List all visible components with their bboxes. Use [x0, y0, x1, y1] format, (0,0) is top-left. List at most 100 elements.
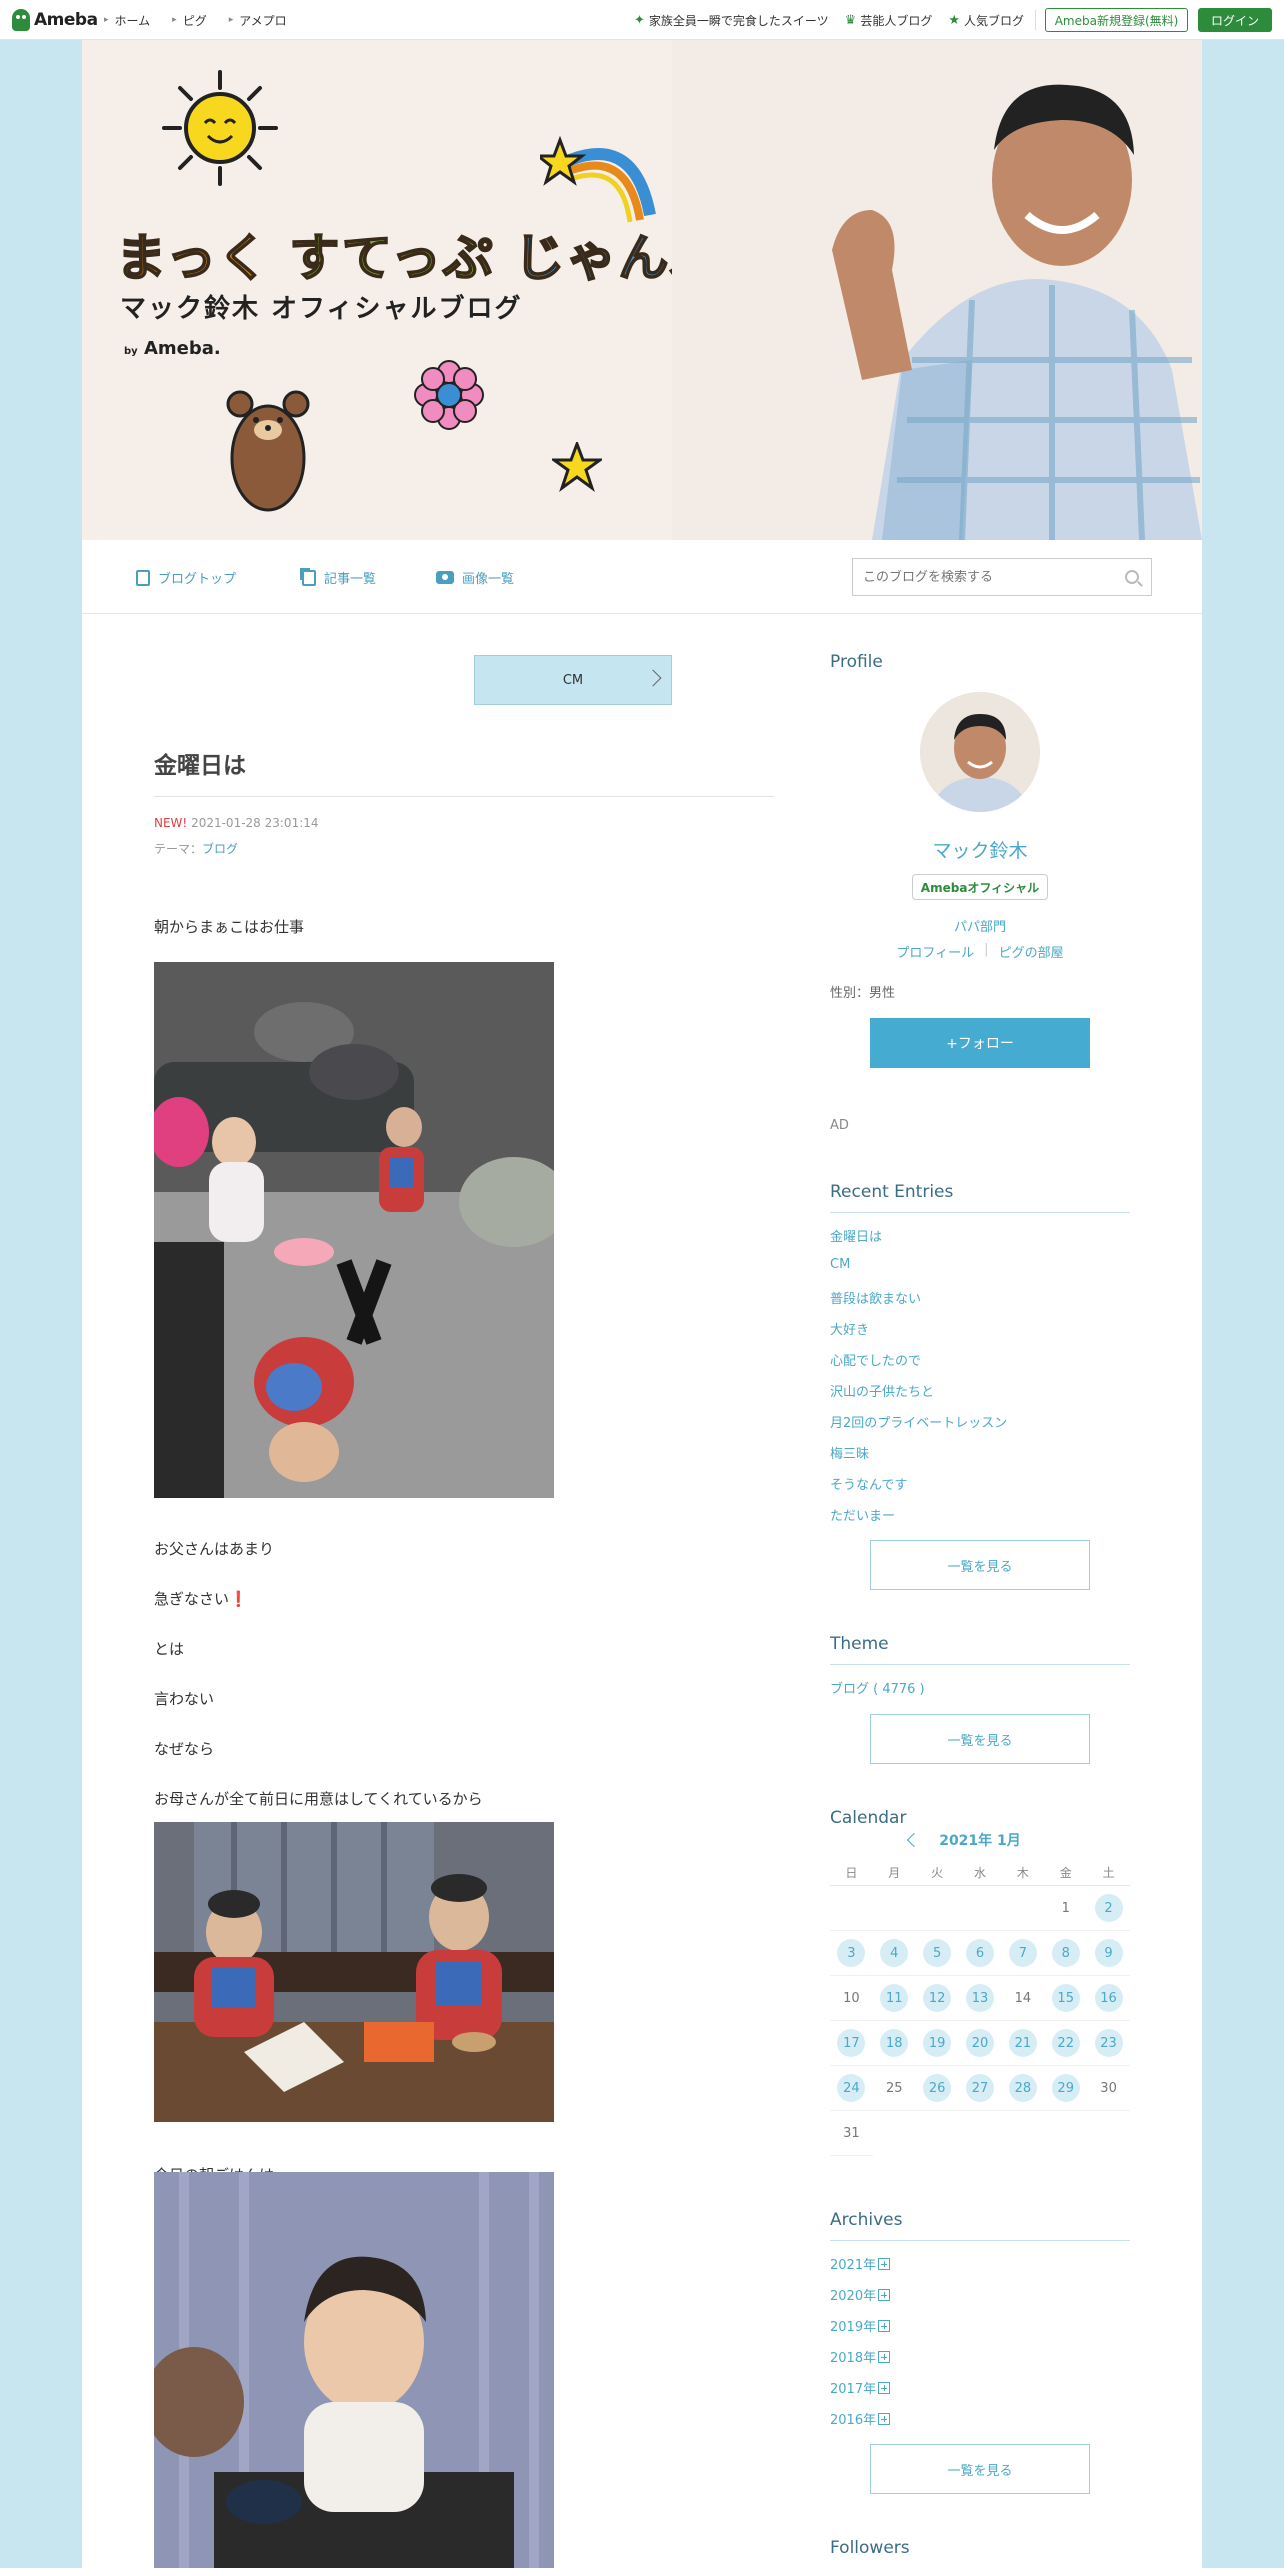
- bear-illustration: [226, 390, 310, 512]
- calendar-day[interactable]: 2: [1087, 1886, 1130, 1931]
- recent-entry-link[interactable]: 月2回のプライベートレッスン: [830, 1412, 1007, 1431]
- calendar-day[interactable]: 7: [1001, 1931, 1045, 1976]
- calendar-day[interactable]: 26: [915, 2066, 959, 2111]
- article-meta: NEW! 2021-01-28 23:01:14: [154, 816, 319, 830]
- profile-name[interactable]: マック鈴木: [830, 836, 1130, 863]
- calendar-day[interactable]: 4: [872, 1931, 916, 1976]
- blog-nav-images[interactable]: 画像一覧: [436, 568, 514, 587]
- calendar-day[interactable]: 29: [1044, 2066, 1088, 2111]
- register-button[interactable]: Ameba新規登録(無料): [1045, 8, 1188, 32]
- calendar-day[interactable]: 23: [1087, 2021, 1130, 2066]
- calendar-day[interactable]: 27: [958, 2066, 1002, 2111]
- calendar-empty-cell: [958, 1886, 1002, 1931]
- calendar-day[interactable]: 22: [1044, 2021, 1088, 2066]
- article-photo-3[interactable]: [154, 2172, 554, 2568]
- expand-icon[interactable]: [878, 2257, 891, 2270]
- recent-entry-link[interactable]: 沢山の子供たちと: [830, 1381, 934, 1400]
- by-ameba-logo: by Ameba.: [124, 338, 221, 359]
- ad-label: AD: [830, 1118, 849, 1133]
- calendar-day[interactable]: 16: [1087, 1976, 1130, 2021]
- archive-year-link[interactable]: 2021年: [830, 2254, 891, 2273]
- archives-more-button[interactable]: 一覧を見る: [870, 2444, 1090, 2494]
- recent-entry-link[interactable]: そうなんです: [830, 1474, 907, 1493]
- blog-nav-top[interactable]: ブログトップ: [136, 568, 236, 587]
- ameba-logo-text: Ameba: [34, 10, 98, 30]
- calendar-day[interactable]: 15: [1044, 1976, 1088, 2021]
- recent-entry-link[interactable]: ただいまー: [830, 1505, 895, 1524]
- global-header: Ameba ▸ ホーム ▸ ピグ ▸ アメプロ ✦ 家族全員一瞬で完食したスイーツ ♛ 芸…: [0, 0, 1284, 40]
- article-photo-2[interactable]: [154, 1822, 554, 2122]
- calendar-day[interactable]: 20: [958, 2021, 1002, 2066]
- calendar-empty-cell: [1001, 1886, 1045, 1931]
- calendar-day[interactable]: 11: [872, 1976, 916, 2021]
- recent-entry-link[interactable]: CM: [830, 1257, 850, 1272]
- recent-entry-link[interactable]: 梅三昧: [830, 1443, 869, 1462]
- calendar-day[interactable]: 3: [830, 1931, 873, 1976]
- calendar-day[interactable]: 24: [830, 2066, 873, 2111]
- archive-year-link[interactable]: 2020年: [830, 2285, 891, 2304]
- global-nav-home[interactable]: ▸ ホーム: [104, 12, 150, 29]
- theme-link[interactable]: ブログ ( 4776 ): [830, 1678, 925, 1697]
- calendar-day[interactable]: 9: [1087, 1931, 1130, 1976]
- followers-heading: Followers: [830, 2538, 910, 2558]
- expand-icon[interactable]: [878, 2288, 891, 2301]
- search-icon[interactable]: [1125, 570, 1139, 584]
- copy-icon: [302, 569, 316, 586]
- calendar-day[interactable]: 17: [830, 2021, 873, 2066]
- profile-gender: 性別：男性: [830, 986, 896, 1001]
- blog-search[interactable]: [852, 558, 1152, 596]
- trending-link-popular[interactable]: ★ 人気ブログ: [948, 12, 1024, 29]
- trending-nav: ✦ 家族全員一瞬で完食したスイーツ ♛ 芸能人ブログ ★ 人気ブログ: [634, 0, 1024, 40]
- calendar-weekday: 土: [1087, 1860, 1130, 1886]
- calendar-day[interactable]: 13: [958, 1976, 1002, 2021]
- article-theme-link[interactable]: ブログ: [202, 842, 238, 856]
- calendar-day[interactable]: 28: [1001, 2066, 1045, 2111]
- recent-entry-link[interactable]: 普段は飲まない: [830, 1288, 921, 1307]
- calendar-day[interactable]: 8: [1044, 1931, 1088, 1976]
- official-badge[interactable]: Amebaオフィシャル: [912, 874, 1048, 900]
- calendar-day[interactable]: 19: [915, 2021, 959, 2066]
- login-button[interactable]: ログイン: [1198, 8, 1272, 32]
- calendar-day[interactable]: 12: [915, 1976, 959, 2021]
- expand-icon[interactable]: [878, 2319, 891, 2332]
- recent-entry-link[interactable]: 金曜日は: [830, 1226, 882, 1245]
- theme-more-button[interactable]: 一覧を見る: [870, 1714, 1090, 1764]
- archive-year-link[interactable]: 2016年: [830, 2409, 891, 2428]
- calendar-day[interactable]: 5: [915, 1931, 959, 1976]
- follow-button[interactable]: +フォロー: [870, 1018, 1090, 1068]
- recent-entries-more-button[interactable]: 一覧を見る: [870, 1540, 1090, 1590]
- recent-entry-link[interactable]: 心配でしたので: [830, 1350, 921, 1369]
- article-text: 急ぎなさい❗: [154, 1590, 248, 1608]
- global-nav-pigg[interactable]: ▸ ピグ: [172, 12, 207, 29]
- previous-entry-link[interactable]: CM: [474, 655, 672, 705]
- chevron-right-icon: ▸: [172, 15, 177, 25]
- exclamation-icon: ❗: [229, 1590, 248, 1608]
- article-title[interactable]: 金曜日は: [154, 746, 246, 780]
- archives-heading: Archives: [830, 2210, 903, 2230]
- archive-year-link[interactable]: 2017年: [830, 2378, 891, 2397]
- global-nav-amepro[interactable]: ▸ アメプロ: [229, 12, 287, 29]
- trending-link-sweets[interactable]: ✦ 家族全員一瞬で完食したスイーツ: [634, 12, 829, 29]
- divider: [830, 1664, 1130, 1665]
- expand-icon[interactable]: [878, 2381, 891, 2394]
- avatar[interactable]: [920, 692, 1040, 812]
- pigg-room-link[interactable]: ピグの部屋: [999, 942, 1064, 961]
- expand-icon[interactable]: [878, 2350, 891, 2363]
- profile-link[interactable]: プロフィール: [896, 942, 974, 961]
- new-badge: NEW!: [154, 816, 188, 830]
- calendar-day[interactable]: 6: [958, 1931, 1002, 1976]
- blog-header-banner[interactable]: まっく すてっぷ じゃんぷ マック鈴木 オフィシャルブログ by Ameba.: [82, 40, 1202, 540]
- calendar-day[interactable]: 18: [872, 2021, 916, 2066]
- trending-link-celebrity[interactable]: ♛ 芸能人ブログ: [845, 12, 933, 29]
- chevron-left-icon[interactable]: [907, 1832, 922, 1848]
- ameba-logo[interactable]: Ameba: [12, 8, 98, 32]
- recent-entry-link[interactable]: 大好き: [830, 1319, 869, 1338]
- article-photo-1[interactable]: [154, 962, 554, 1498]
- archive-year-link[interactable]: 2018年: [830, 2347, 891, 2366]
- calendar-day[interactable]: 21: [1001, 2021, 1045, 2066]
- profile-category-link[interactable]: パパ部門: [830, 916, 1130, 935]
- expand-icon[interactable]: [878, 2412, 891, 2425]
- blog-search-input[interactable]: [863, 569, 1113, 585]
- blog-nav-entries[interactable]: 記事一覧: [302, 568, 376, 587]
- archive-year-link[interactable]: 2019年: [830, 2316, 891, 2335]
